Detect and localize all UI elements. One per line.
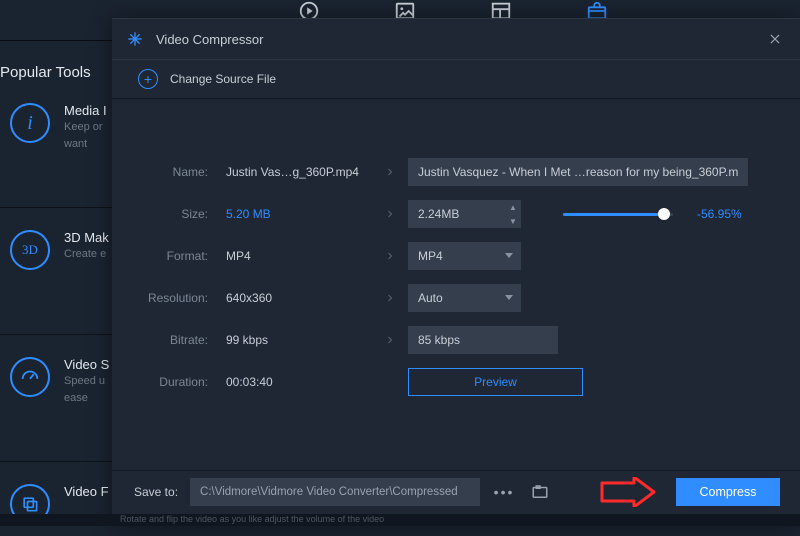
gauge-icon [10,357,50,397]
bitrate-label: Bitrate: [138,333,226,347]
preview-label: Preview [474,375,517,389]
sidebar-item-sub: Speed u [64,375,109,389]
chevron-right-icon [376,166,404,178]
change-source-row[interactable]: + Change Source File [112,59,800,99]
format-output-value: MP4 [418,249,443,263]
three-d-icon: 3D [10,230,50,270]
size-slider[interactable] [563,207,673,221]
divider [0,207,112,208]
resolution-output-value: Auto [418,291,443,305]
compressor-icon [126,30,144,48]
compress-button[interactable]: Compress [676,478,780,506]
modal-header: Video Compressor [112,19,800,59]
sidebar-item-rotate[interactable]: Video F [0,484,112,536]
bottom-strip: Rotate and flip the video as you like ad… [0,514,800,526]
bitrate-source: 99 kbps [226,333,376,347]
size-source: 5.20 MB [226,207,376,221]
divider [0,334,112,335]
duration-label: Duration: [138,375,226,389]
plus-icon[interactable]: + [138,69,158,89]
size-output-value: 2.24MB [408,207,505,221]
sidebar-item-title: 3D Mak [64,230,109,245]
sidebar-item-sub: want [64,138,107,152]
chevron-right-icon [376,208,404,220]
compressor-form: Name: Justin Vas…g_360P.mp4 Size: 5.20 M… [112,99,800,403]
sidebar-item-3d[interactable]: 3D 3D Mak Create e [0,230,112,282]
sidebar-item-sub: ease [64,392,109,406]
close-icon[interactable] [764,28,786,50]
resolution-output-dropdown[interactable]: Auto [408,284,521,312]
save-path-input[interactable] [190,478,480,506]
preview-button[interactable]: Preview [408,368,583,396]
row-resolution: Resolution: 640x360 Auto [138,277,774,319]
row-format: Format: MP4 MP4 [138,235,774,277]
change-source-label: Change Source File [170,72,276,86]
size-reduction-pct: -56.95% [697,207,742,221]
sidebar-item-speed[interactable]: Video S Speed u ease [0,357,112,409]
name-label: Name: [138,165,226,179]
app-background: Popular Tools i Media I Keep or want 3D … [0,0,800,526]
more-options-icon[interactable]: ••• [492,480,516,504]
chevron-right-icon [376,250,404,262]
compress-label: Compress [700,485,757,499]
modal-footer: Save to: ••• Compress [112,470,800,512]
sidebar-item-title: Video S [64,357,109,372]
chevron-right-icon [376,292,404,304]
step-down-icon[interactable]: ▼ [505,214,521,228]
step-up-icon[interactable]: ▲ [505,200,521,214]
name-source: Justin Vas…g_360P.mp4 [226,165,376,179]
row-size: Size: 5.20 MB 2.24MB ▲▼ -56.95% [138,193,774,235]
modal-title: Video Compressor [156,32,263,47]
sidebar-heading: Popular Tools [0,52,112,103]
format-output-dropdown[interactable]: MP4 [408,242,521,270]
chevron-right-icon [376,334,404,346]
resolution-source: 640x360 [226,291,376,305]
save-to-label: Save to: [134,485,178,499]
row-name: Name: Justin Vas…g_360P.mp4 [138,151,774,193]
duration-value: 00:03:40 [226,375,376,389]
compressor-modal: Video Compressor + Change Source File Na… [112,18,800,526]
resolution-label: Resolution: [138,291,226,305]
size-output-stepper[interactable]: 2.24MB ▲▼ [408,200,521,228]
name-output-input[interactable] [408,158,748,186]
caret-down-icon [505,295,513,300]
size-label: Size: [138,207,226,221]
sidebar-item-title: Media I [64,103,107,118]
caret-down-icon [505,253,513,258]
sidebar-item-sub: Create e [64,248,109,262]
bitrate-output-input[interactable] [408,326,558,354]
divider [0,461,112,462]
sidebar-item-sub: Keep or [64,121,107,135]
format-source: MP4 [226,249,376,263]
arrow-hint-icon [600,477,656,507]
sidebar: Popular Tools i Media I Keep or want 3D … [0,52,112,522]
row-bitrate: Bitrate: 99 kbps [138,319,774,361]
format-label: Format: [138,249,226,263]
open-folder-icon[interactable] [528,480,552,504]
sidebar-item-media[interactable]: i Media I Keep or want [0,103,112,155]
sidebar-item-title: Video F [64,484,109,499]
row-duration: Duration: 00:03:40 Preview [138,361,774,403]
info-icon: i [10,103,50,143]
